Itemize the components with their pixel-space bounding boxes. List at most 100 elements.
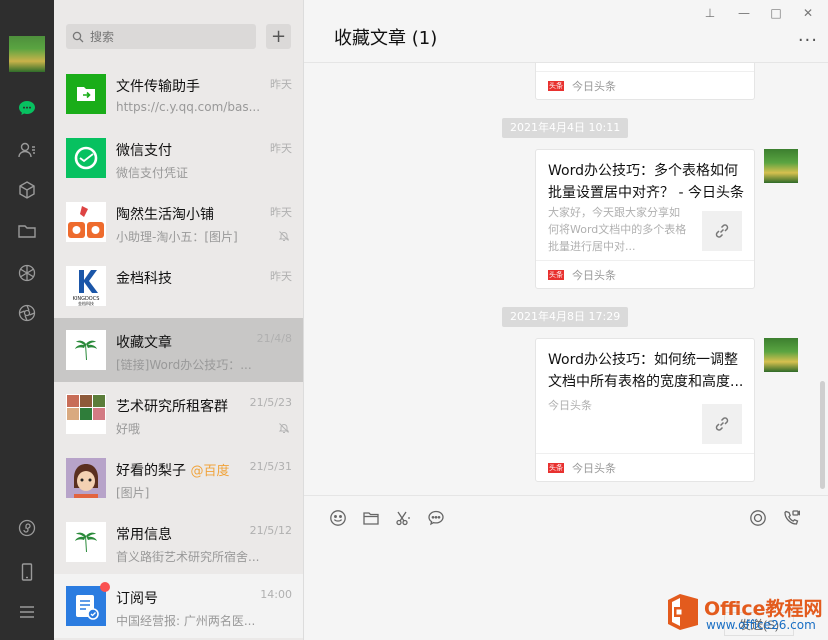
link-icon — [702, 404, 742, 444]
conversation-name: 艺术研究所租客群 — [116, 399, 228, 415]
moments-icon[interactable] — [15, 261, 39, 285]
file-transfer-icon — [66, 74, 106, 114]
conversation-name: 陶然生活淘小铺 — [116, 207, 214, 223]
conversation-time: 21/4/8 — [256, 332, 292, 345]
conversation-time: 21/5/23 — [249, 396, 292, 409]
conversation-list: + 文件传输助手 昨天 https://c.y.qq.com/bas... 微信… — [54, 0, 304, 640]
conversation-name: 订阅号 — [116, 591, 158, 607]
toutiao-logo: 头条 — [548, 462, 564, 473]
scissors-icon[interactable] — [393, 508, 413, 528]
mute-icon — [278, 231, 290, 241]
conversation-item-kingdocs[interactable]: KINGDOCS 金档科技 金档科技 昨天 — [54, 254, 303, 318]
conversation-name: 文件传输助手 — [116, 79, 200, 95]
palm-tree-avatar — [66, 522, 106, 562]
close-button[interactable]: ✕ — [800, 6, 816, 20]
conversation-time: 昨天 — [270, 78, 292, 91]
sender-avatar[interactable] — [764, 149, 798, 183]
article-title: Word办公技巧：如何统一调整文档中所有表格的宽度和高度... — [548, 352, 744, 390]
office-logo — [668, 594, 698, 630]
conversation-time: 21/5/12 — [249, 524, 292, 537]
conversation-item-taoran-shop[interactable]: 陶然生活淘小铺 昨天 小助理-淘小五：[图片] — [54, 190, 303, 254]
card-source: 头条 今日头条 — [536, 71, 754, 99]
subscription-icon — [66, 586, 106, 626]
sender-avatar[interactable] — [764, 338, 798, 372]
channels-icon[interactable] — [15, 301, 39, 325]
search-input[interactable] — [90, 29, 240, 44]
conversation-time: 昨天 — [270, 142, 292, 155]
files-icon[interactable] — [15, 219, 39, 243]
conversation-preview: 首义路街艺术研究所宿舍... — [116, 550, 260, 564]
article-card[interactable]: Word办公技巧：多个表格如何批量设置居中对齐？ - 今日头条 大家好，今天跟大… — [535, 149, 755, 289]
message-list[interactable]: 头条 今日头条 2021年4月4日 10:11 Word办公技巧：多个表格如何批量… — [304, 63, 828, 495]
mini-program-icon[interactable] — [15, 516, 39, 540]
bubble-icon[interactable] — [426, 508, 446, 528]
article-card[interactable]: 头条 今日头条 — [535, 63, 755, 100]
more-options-icon[interactable]: ··· — [798, 30, 818, 51]
favorites-icon[interactable] — [15, 178, 39, 202]
wechat-pay-icon — [66, 138, 106, 178]
emoji-icon[interactable] — [328, 508, 348, 528]
conversation-item-pear[interactable]: 好看的梨子 @百度 21/5/31 [图片] — [54, 446, 303, 510]
conversation-preview: 中国经营报: 广州两名医... — [116, 614, 256, 628]
add-button[interactable]: + — [266, 24, 291, 49]
conversation-name: 微信支付 — [116, 143, 172, 159]
card-source: 头条 今日头条 — [536, 453, 754, 481]
watermark-title: Office教程网 — [704, 598, 823, 620]
group-avatar — [66, 394, 106, 434]
conversation-preview: 好哦 — [116, 422, 141, 436]
conversation-item-wechat-pay[interactable]: 微信支付 昨天 微信支付凭证 — [54, 126, 303, 190]
conversation-time: 14:00 — [260, 588, 292, 601]
search-icon — [72, 31, 84, 42]
mention-tag: @百度 — [190, 464, 230, 479]
unread-badge — [100, 582, 110, 592]
conversation-preview: [链接]Word办公技巧：... — [116, 358, 252, 372]
scrollbar[interactable] — [820, 381, 825, 489]
chat-title: 收藏文章 (1) — [334, 28, 438, 49]
user-avatar[interactable] — [9, 36, 45, 72]
conversation-preview: 小助理-淘小五：[图片] — [116, 230, 238, 244]
conversation-name: 收藏文章 — [116, 335, 172, 351]
article-card[interactable]: Word办公技巧：如何统一调整文档中所有表格的宽度和高度... 今日头条 头条今… — [535, 338, 755, 482]
pin-icon[interactable]: ⊥ — [702, 6, 718, 20]
conversation-item-file-transfer[interactable]: 文件传输助手 昨天 https://c.y.qq.com/bas... — [54, 62, 303, 126]
palm-tree-avatar — [66, 330, 106, 370]
video-call-icon[interactable] — [781, 508, 801, 528]
anime-avatar — [66, 458, 106, 498]
folder-icon[interactable] — [361, 508, 381, 528]
phone-icon[interactable] — [15, 560, 39, 584]
search-box[interactable] — [66, 24, 256, 49]
article-title: Word办公技巧：多个表格如何批量设置居中对齐？ - 今日头条 — [548, 163, 744, 201]
contacts-icon[interactable] — [15, 138, 39, 162]
input-divider — [304, 495, 828, 496]
chat-panel: ⊥ — □ ✕ 收藏文章 (1) ··· 头条 今日头条 2021年4月4日 10… — [304, 0, 828, 640]
live-icon[interactable] — [748, 508, 768, 528]
conversation-item-subscriptions[interactable]: 订阅号 14:00 中国经营报: 广州两名医... — [54, 574, 303, 638]
chat-icon[interactable] — [15, 96, 39, 120]
watermark-url: www.office26.com — [706, 618, 816, 632]
toutiao-logo: 头条 — [548, 269, 564, 280]
conversation-item-common-info[interactable]: 常用信息 21/5/12 首义路街艺术研究所宿舍... — [54, 510, 303, 574]
conversation-item-art-group[interactable]: 艺术研究所租客群 21/5/23 好哦 — [54, 382, 303, 446]
conversation-time: 21/5/31 — [249, 460, 292, 473]
toutiao-logo: 头条 — [548, 80, 564, 91]
kingdocs-logo: KINGDOCS 金档科技 — [66, 266, 106, 306]
conversation-name: 常用信息 — [116, 527, 172, 543]
message-timestamp: 2021年4月4日 10:11 — [502, 118, 629, 138]
message-timestamp: 2021年4月8日 17:29 — [502, 307, 629, 327]
menu-icon[interactable] — [15, 600, 39, 624]
conversation-preview: [图片] — [116, 486, 150, 500]
link-icon — [702, 211, 742, 251]
watermark: Office教程网 www.office26.com — [660, 588, 828, 640]
conversation-item-collected-articles[interactable]: 收藏文章 21/4/8 [链接]Word办公技巧：... — [54, 318, 303, 382]
minimize-button[interactable]: — — [736, 6, 752, 20]
article-desc: 大家好，今天跟大家分享如何将Word文档中的多个表格批量进行居中对... — [548, 206, 687, 253]
article-desc: 今日头条 — [548, 399, 592, 412]
conversation-time: 昨天 — [270, 270, 292, 283]
maximize-button[interactable]: □ — [768, 6, 784, 20]
conversation-name: 金档科技 — [116, 271, 172, 287]
conversation-preview: https://c.y.qq.com/bas... — [116, 100, 261, 114]
shop-avatar — [66, 202, 106, 242]
conversation-preview: 微信支付凭证 — [116, 166, 189, 180]
conversation-name: 好看的梨子 @百度 — [116, 463, 230, 479]
svg-text:金档科技: 金档科技 — [78, 300, 94, 306]
